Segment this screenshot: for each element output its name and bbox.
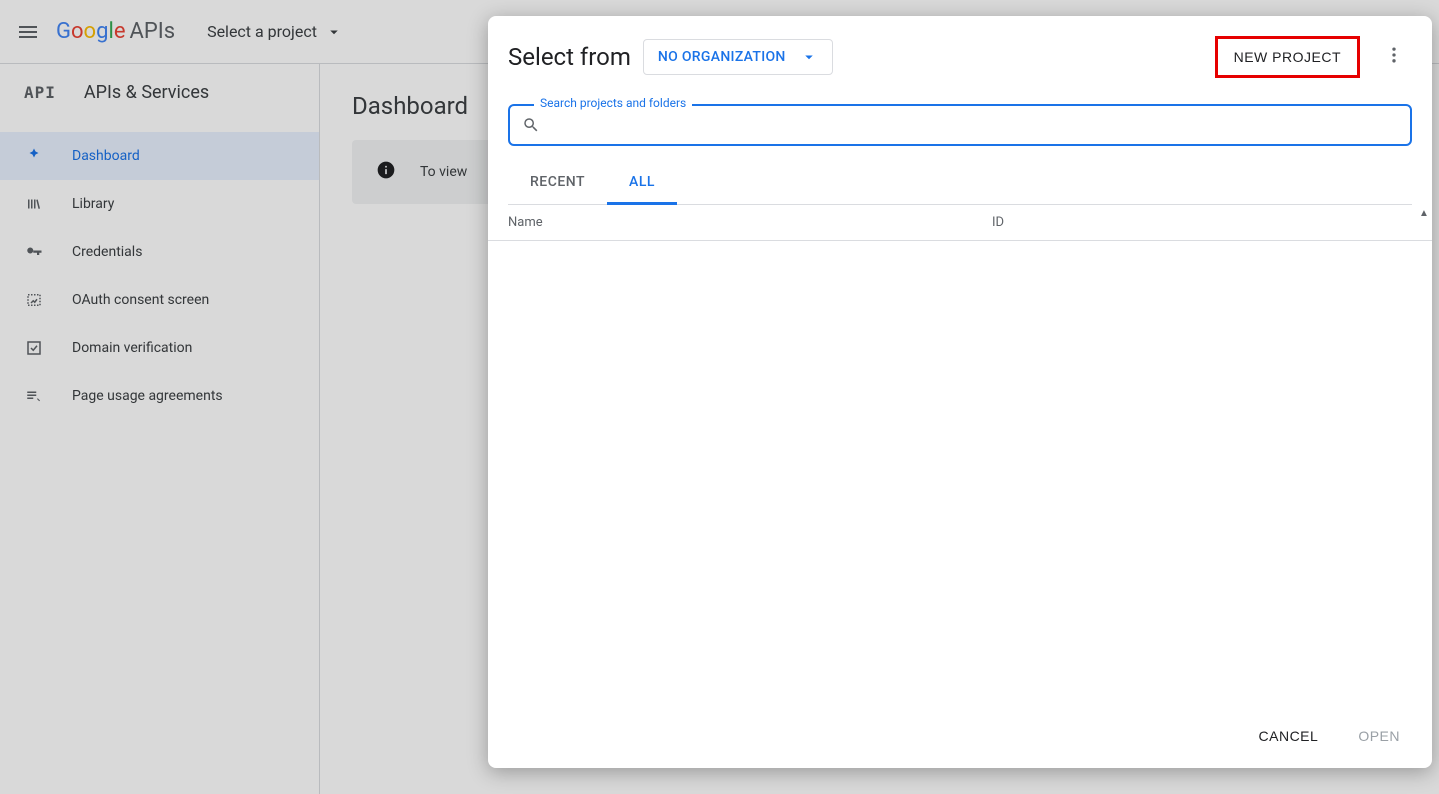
scroll-up-icon[interactable]: ▲ — [1418, 205, 1430, 221]
search-input[interactable] — [548, 117, 1398, 133]
project-table[interactable]: Name ID ▲ — [488, 205, 1432, 704]
modal-title: Select from — [508, 43, 631, 71]
cancel-button[interactable]: CANCEL — [1251, 720, 1327, 752]
open-button[interactable]: OPEN — [1350, 720, 1408, 752]
search-label: Search projects and folders — [534, 96, 692, 110]
organization-dropdown[interactable]: NO ORGANIZATION — [643, 39, 833, 75]
search-box[interactable] — [508, 104, 1412, 146]
modal-header-actions: NEW PROJECT — [1215, 36, 1412, 78]
column-name-header: Name — [508, 215, 992, 230]
tab-recent[interactable]: RECENT — [508, 162, 607, 204]
column-id-header: ID — [992, 215, 1412, 230]
dropdown-icon — [800, 48, 818, 66]
modal-header: Select from NO ORGANIZATION NEW PROJECT — [488, 16, 1432, 78]
search-field-wrap: Search projects and folders — [508, 104, 1412, 146]
tab-all[interactable]: ALL — [607, 162, 677, 205]
more-icon[interactable] — [1376, 37, 1412, 77]
table-header: Name ID — [488, 205, 1432, 241]
modal-footer: CANCEL OPEN — [488, 704, 1432, 768]
org-dropdown-label: NO ORGANIZATION — [658, 49, 786, 65]
search-icon — [522, 116, 540, 134]
modal-tabs: RECENT ALL — [508, 162, 1412, 205]
new-project-button[interactable]: NEW PROJECT — [1215, 36, 1360, 78]
project-selector-modal: Select from NO ORGANIZATION NEW PROJECT … — [488, 16, 1432, 768]
